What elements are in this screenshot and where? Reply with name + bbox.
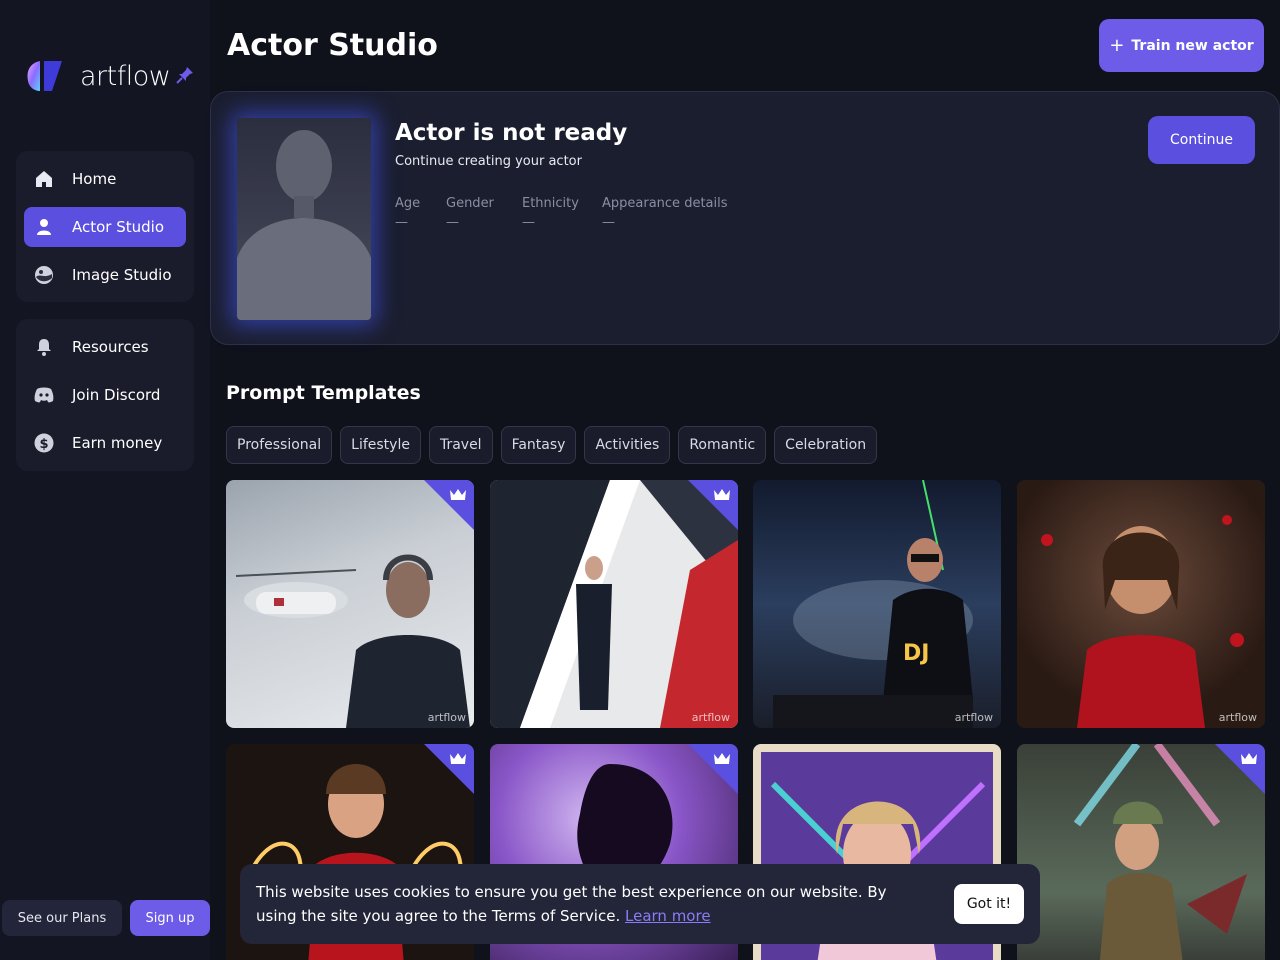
category-chip-lifestyle[interactable]: Lifestyle (340, 426, 421, 464)
template-thumbnail (1041, 515, 1244, 728)
watermark: artflow (691, 711, 730, 724)
template-card[interactable]: artflow (490, 480, 738, 728)
cookie-message: This website uses cookies to ensure you … (256, 883, 887, 925)
sidebar-item-actor-studio[interactable]: Actor Studio (24, 207, 186, 247)
sidebar-item-home[interactable]: Home (24, 159, 186, 199)
watermark: artflow (1218, 711, 1257, 724)
template-card[interactable]: artflow (226, 480, 474, 728)
train-new-actor-button[interactable]: + Train new actor (1099, 19, 1264, 72)
attribute-label: Appearance details (602, 196, 728, 211)
category-chip-fantasy[interactable]: Fantasy (500, 426, 577, 464)
category-filters: Professional Lifestyle Travel Fantasy Ac… (226, 426, 878, 464)
bell-icon (34, 337, 54, 357)
premium-crown-icon (688, 744, 738, 794)
logo-text: artflow (80, 60, 171, 92)
cookie-banner: This website uses cookies to ensure you … (240, 864, 1040, 944)
actor-status-subtitle: Continue creating your actor (395, 154, 582, 169)
sidebar-item-label: Actor Studio (72, 218, 165, 236)
watermark: artflow (427, 711, 466, 724)
sidebar-item-join-discord[interactable]: Join Discord (24, 375, 186, 415)
actor-status-title: Actor is not ready (395, 120, 628, 146)
sidebar-item-earn-money[interactable]: $ Earn money (24, 423, 186, 463)
sidebar-item-resources[interactable]: Resources (24, 327, 186, 367)
attribute-ethnicity: Ethnicity — (522, 196, 579, 230)
template-card[interactable] (1017, 744, 1265, 960)
sidebar-item-label: Image Studio (72, 266, 172, 284)
svg-text:DJ: DJ (903, 641, 929, 666)
attribute-label: Age (395, 196, 421, 211)
attribute-value: — (446, 215, 459, 230)
discord-icon (34, 385, 54, 405)
attribute-value: — (602, 215, 615, 230)
attribute-label: Gender (446, 196, 494, 211)
attribute-value: — (395, 215, 408, 230)
got-it-button[interactable]: Got it! (954, 884, 1024, 924)
category-chip-celebration[interactable]: Celebration (774, 426, 878, 464)
dollar-icon: $ (34, 433, 54, 453)
attribute-appearance-details: Appearance details — (602, 196, 728, 230)
category-chip-romantic[interactable]: Romantic (678, 426, 767, 464)
sidebar: artflow Home Actor Studio Image Studio R… (0, 0, 210, 960)
premium-crown-icon (424, 480, 474, 530)
primary-nav: Home Actor Studio Image Studio (16, 151, 194, 302)
artflow-logo-icon (27, 61, 62, 91)
attribute-value: — (522, 215, 535, 230)
sidebar-item-label: Home (72, 170, 117, 188)
attribute-label: Ethnicity (522, 196, 579, 211)
plus-icon: + (1109, 35, 1125, 56)
attribute-gender: Gender — (446, 196, 494, 230)
category-chip-activities[interactable]: Activities (584, 426, 671, 464)
pin-icon[interactable] (176, 66, 194, 84)
template-card[interactable]: DJ artflow (753, 480, 1001, 728)
actor-placeholder-avatar (237, 118, 371, 320)
category-chip-professional[interactable]: Professional (226, 426, 333, 464)
svg-text:$: $ (39, 437, 48, 452)
premium-crown-icon (1215, 744, 1265, 794)
section-title: Prompt Templates (226, 382, 421, 404)
secondary-nav: Resources Join Discord $ Earn money (16, 319, 194, 471)
user-icon (34, 217, 54, 237)
template-card[interactable]: artflow (1017, 480, 1265, 728)
cookie-text: This website uses cookies to ensure you … (256, 880, 916, 928)
sidebar-item-label: Earn money (72, 434, 163, 452)
template-thumbnail: DJ (773, 480, 973, 728)
home-icon (34, 169, 54, 189)
premium-crown-icon (688, 480, 738, 530)
logo[interactable]: artflow (24, 58, 171, 94)
see-plans-button[interactable]: See our Plans (2, 900, 122, 936)
train-new-actor-label: Train new actor (1131, 37, 1254, 54)
sidebar-item-label: Resources (72, 338, 149, 356)
watermark: artflow (954, 711, 993, 724)
page-title: Actor Studio (227, 28, 438, 63)
category-chip-travel[interactable]: Travel (428, 426, 493, 464)
sign-up-button[interactable]: Sign up (130, 900, 210, 936)
sidebar-item-label: Join Discord (72, 386, 161, 404)
sidebar-item-image-studio[interactable]: Image Studio (24, 255, 186, 295)
continue-button[interactable]: Continue (1148, 116, 1255, 164)
image-icon (34, 265, 54, 285)
attribute-age: Age — (395, 196, 420, 230)
actor-card: Actor is not ready Continue creating you… (210, 91, 1280, 345)
premium-crown-icon (424, 744, 474, 794)
learn-more-link[interactable]: Learn more (625, 907, 711, 925)
